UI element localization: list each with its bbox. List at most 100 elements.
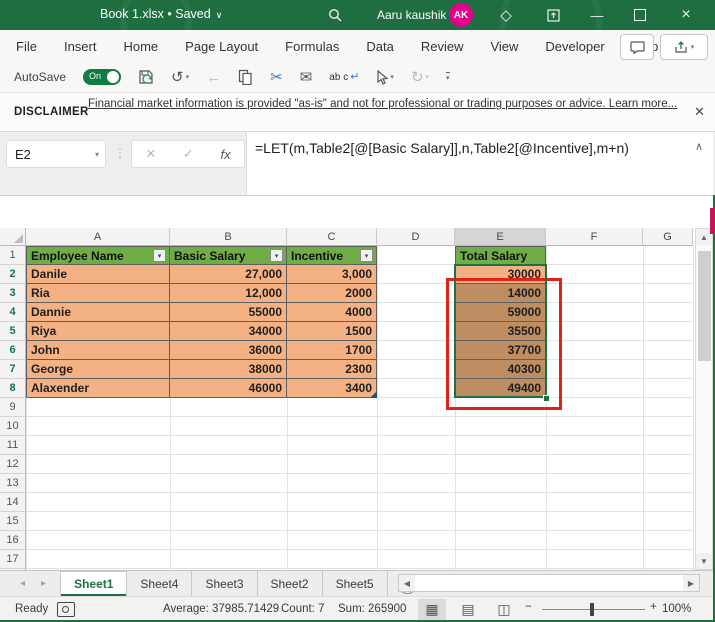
sheet-tab-sheet1[interactable]: Sheet1 (60, 571, 127, 596)
search-icon[interactable] (325, 0, 345, 30)
scroll-left-icon[interactable]: ◀ (399, 575, 415, 591)
cell-C3[interactable]: 2000 (287, 284, 377, 303)
column-header-D[interactable]: D (377, 228, 455, 246)
close-button[interactable]: × (673, 0, 699, 30)
maximize-button[interactable] (627, 0, 653, 30)
collapse-formula-bar-icon[interactable]: ∧ (695, 140, 703, 153)
row-header-11[interactable]: 11 (0, 436, 26, 455)
cell-B2[interactable]: 27,000 (170, 265, 287, 284)
undo-button[interactable]: ↺▾ (171, 68, 189, 86)
sheet-tab-sheet5[interactable]: Sheet5 (323, 571, 388, 596)
table-resize-handle[interactable] (370, 391, 377, 398)
cell-B3[interactable]: 12,000 (170, 284, 287, 303)
row-header-15[interactable]: 15 (0, 512, 26, 531)
name-box[interactable]: E2 ▾ (6, 140, 106, 168)
ribbon-tab-page-layout[interactable]: Page Layout (185, 39, 258, 54)
formula-input-area[interactable]: =LET(m,Table2[@[Basic Salary]],n,Table2[… (246, 132, 713, 195)
cell-E3[interactable]: 14000 (455, 284, 546, 303)
ribbon-tab-developer[interactable]: Developer (545, 39, 604, 54)
column-header-F[interactable]: F (546, 228, 643, 246)
formula-text[interactable]: =LET(m,Table2[@[Basic Salary]],n,Table2[… (255, 135, 697, 161)
cell-C7[interactable]: 2300 (287, 360, 377, 379)
normal-view-button[interactable]: ▦ (418, 599, 446, 620)
row-header-12[interactable]: 12 (0, 455, 26, 474)
vertical-scrollbar[interactable]: ▲ ▼ (695, 228, 713, 570)
cell-E7[interactable]: 40300 (455, 360, 546, 379)
autosave-toggle[interactable]: On (83, 69, 121, 85)
sheet-tab-sheet3[interactable]: Sheet3 (192, 571, 257, 596)
cell-E8[interactable]: 49400 (455, 379, 546, 398)
select-all-button[interactable] (0, 228, 26, 246)
cancel-icon[interactable]: ✕ (145, 146, 156, 162)
row-header-2[interactable]: 2 (0, 265, 26, 284)
row-header-14[interactable]: 14 (0, 493, 26, 512)
filter-dropdown-icon[interactable]: ▾ (270, 249, 283, 262)
cell-C6[interactable]: 1700 (287, 341, 377, 360)
cell-A4[interactable]: Dannie (26, 303, 170, 322)
comments-button[interactable] (620, 34, 654, 60)
ribbon-tab-file[interactable]: File (16, 39, 37, 54)
zoom-level[interactable]: 100% (662, 603, 691, 615)
cell-C8[interactable]: 3400 (287, 379, 377, 398)
row-header-6[interactable]: 6 (0, 341, 26, 360)
filter-dropdown-icon[interactable]: ▾ (153, 249, 166, 262)
email-icon[interactable]: ✉ (300, 68, 313, 86)
pointer-icon[interactable]: ▾ (376, 70, 394, 85)
chevron-down-icon[interactable]: ▾ (95, 150, 99, 159)
enter-icon[interactable]: ✓ (183, 146, 194, 162)
disclaimer-link[interactable]: Financial market information is provided… (88, 97, 680, 112)
save-icon[interactable] (138, 69, 154, 85)
insert-function-icon[interactable]: fx (221, 147, 231, 162)
sheet-tab-sheet4[interactable]: Sheet4 (127, 571, 192, 596)
gem-icon[interactable]: ◇ (493, 0, 519, 30)
replace-icon[interactable]: ab c↵ (329, 73, 359, 82)
row-header-13[interactable]: 13 (0, 474, 26, 493)
next-sheet-icon[interactable]: ▸ (41, 578, 46, 589)
table-header-0[interactable]: Employee Name (26, 246, 170, 265)
column-header-B[interactable]: B (170, 228, 287, 246)
row-header-10[interactable]: 10 (0, 417, 26, 436)
ribbon-tab-view[interactable]: View (490, 39, 518, 54)
cell-C2[interactable]: 3,000 (287, 265, 377, 284)
zoom-in-icon[interactable]: + (650, 601, 657, 613)
page-layout-view-button[interactable]: ▤ (454, 599, 482, 620)
minimize-button[interactable]: — (584, 0, 610, 30)
cell-B4[interactable]: 55000 (170, 303, 287, 322)
row-header-4[interactable]: 4 (0, 303, 26, 322)
zoom-out-icon[interactable]: − (525, 601, 532, 613)
cell-B8[interactable]: 46000 (170, 379, 287, 398)
cell-A2[interactable]: Danile (26, 265, 170, 284)
row-header-9[interactable]: 9 (0, 398, 26, 417)
ribbon-tab-insert[interactable]: Insert (64, 39, 97, 54)
row-header-5[interactable]: 5 (0, 322, 26, 341)
cut-icon[interactable]: ✂ (270, 68, 283, 86)
row-header-7[interactable]: 7 (0, 360, 26, 379)
zoom-slider-thumb[interactable] (590, 603, 594, 616)
cell-B5[interactable]: 34000 (170, 322, 287, 341)
avatar[interactable]: AK (449, 3, 473, 27)
page-break-view-button[interactable]: ◫ (490, 599, 518, 620)
cell-A8[interactable]: Alaxender (26, 379, 170, 398)
cell-C5[interactable]: 1500 (287, 322, 377, 341)
scroll-down-icon[interactable]: ▼ (696, 553, 712, 569)
cell-E5[interactable]: 35500 (455, 322, 546, 341)
cell-A5[interactable]: Riya (26, 322, 170, 341)
prev-sheet-icon[interactable]: ◂ (20, 578, 25, 589)
share-button[interactable]: ▾ (660, 34, 708, 60)
cell-E6[interactable]: 37700 (455, 341, 546, 360)
spreadsheet-grid[interactable]: ABCDEFG 123456789101112131415161718 Empl… (0, 228, 715, 570)
sheet-tab-sheet2[interactable]: Sheet2 (258, 571, 323, 596)
column-header-C[interactable]: C (287, 228, 377, 246)
cell-B7[interactable]: 38000 (170, 360, 287, 379)
cell-A7[interactable]: George (26, 360, 170, 379)
column-header-E[interactable]: E (455, 228, 546, 246)
cell-A6[interactable]: John (26, 341, 170, 360)
ribbon-tab-review[interactable]: Review (421, 39, 464, 54)
row-header-1[interactable]: 1 (0, 246, 26, 265)
cell-E2[interactable]: 30000 (455, 265, 546, 284)
column-header-G[interactable]: G (643, 228, 693, 246)
row-header-16[interactable]: 16 (0, 531, 26, 550)
customize-toolbar-icon[interactable]: ▾ (446, 72, 450, 82)
scroll-right-icon[interactable]: ▶ (683, 575, 699, 591)
cell-A3[interactable]: Ria (26, 284, 170, 303)
